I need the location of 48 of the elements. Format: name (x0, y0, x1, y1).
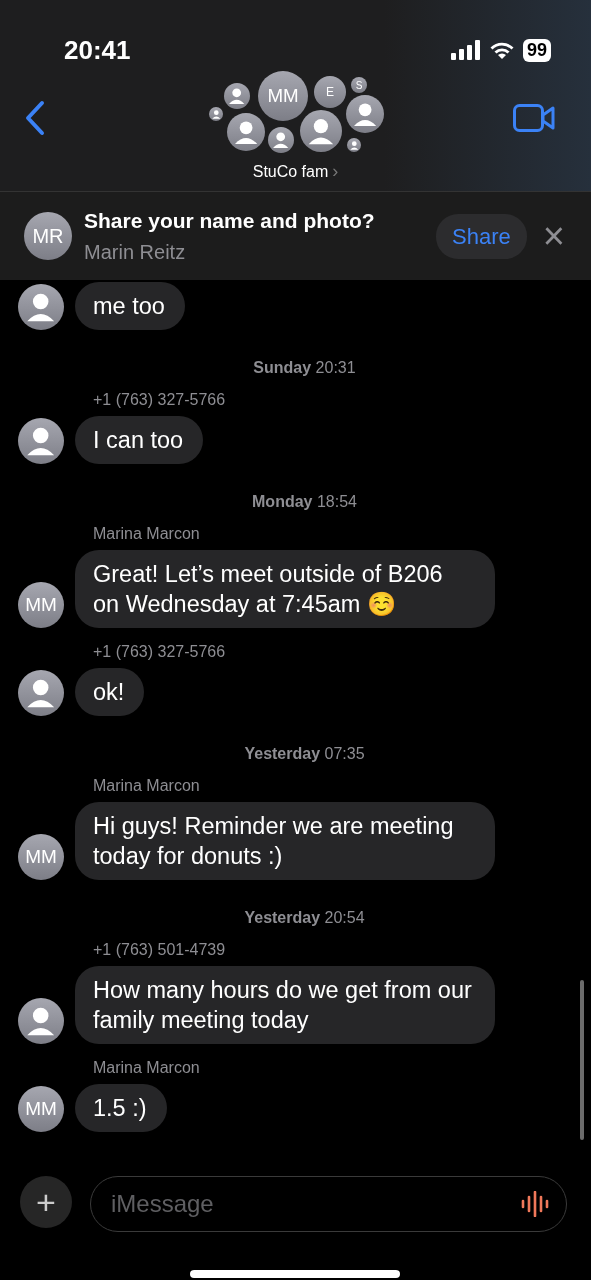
status-time: 20:41 (64, 33, 131, 67)
message-bubble: 1.5 :) (75, 1084, 167, 1132)
sender-avatar: MM (18, 582, 64, 628)
sender-name: +1 (763) 327-5766 (92, 642, 227, 662)
banner-subtitle: Marin Reitz (84, 239, 187, 265)
group-member-avatar (268, 127, 294, 153)
group-member-avatar (300, 110, 342, 152)
video-call-icon[interactable] (513, 104, 555, 132)
group-name[interactable]: StuCo fam (252, 159, 329, 184)
wifi-icon (488, 40, 515, 60)
sender-avatar: MM (18, 1086, 64, 1132)
timestamp: Yesterday 20:54 (243, 908, 366, 928)
chevron-icon[interactable]: › (332, 158, 339, 185)
share-button[interactable]: Share (436, 213, 527, 259)
close-button[interactable]: × (538, 217, 569, 255)
timestamp: Monday 18:54 (251, 492, 358, 512)
sender-name: Marina Marcon (92, 1058, 201, 1078)
audio-waveform-icon[interactable] (521, 1191, 549, 1217)
sender-avatar (18, 670, 64, 716)
group-member-avatar: S (351, 77, 367, 93)
sender-name: Marina Marcon (92, 524, 201, 544)
message-bubble: Hi guys! Reminder we are meeting today for donuts :) (75, 802, 495, 880)
group-member-avatar: MM (258, 71, 308, 121)
sender-avatar: MM (18, 834, 64, 880)
sender-name: Marina Marcon (92, 776, 201, 796)
message-bubble: How many hours do we get from our family meeting today (75, 966, 495, 1044)
add-button[interactable]: + (20, 1176, 72, 1228)
message-bubble: me too (75, 282, 185, 330)
timestamp: Sunday 20:31 (252, 358, 357, 378)
message-bubble: ok! (75, 668, 145, 716)
signal-icon (450, 40, 481, 60)
sender-avatar (18, 998, 64, 1044)
sender-name: +1 (763) 327-5766 (92, 390, 227, 410)
sender-name: +1 (763) 501-4739 (92, 940, 227, 960)
group-member-avatar (347, 138, 361, 152)
sender-avatar (18, 418, 64, 464)
group-member-avatar: E (314, 76, 346, 108)
message-input-field[interactable]: iMessage (90, 1176, 567, 1232)
contact-avatar: MR (24, 212, 72, 260)
group-member-avatar (346, 95, 384, 133)
banner-title: Share your name and photo? (84, 208, 376, 235)
group-member-avatar (227, 113, 265, 151)
message-bubble: Great! Let’s meet outside of B206 on Wednesday at 7:45am ☺ (75, 550, 495, 628)
sender-avatar (18, 284, 64, 330)
message-bubble: I can too (75, 416, 204, 464)
back-icon[interactable] (24, 100, 46, 136)
battery-level: 99 (522, 38, 551, 62)
timestamp: Yesterday 07:35 (243, 744, 366, 764)
